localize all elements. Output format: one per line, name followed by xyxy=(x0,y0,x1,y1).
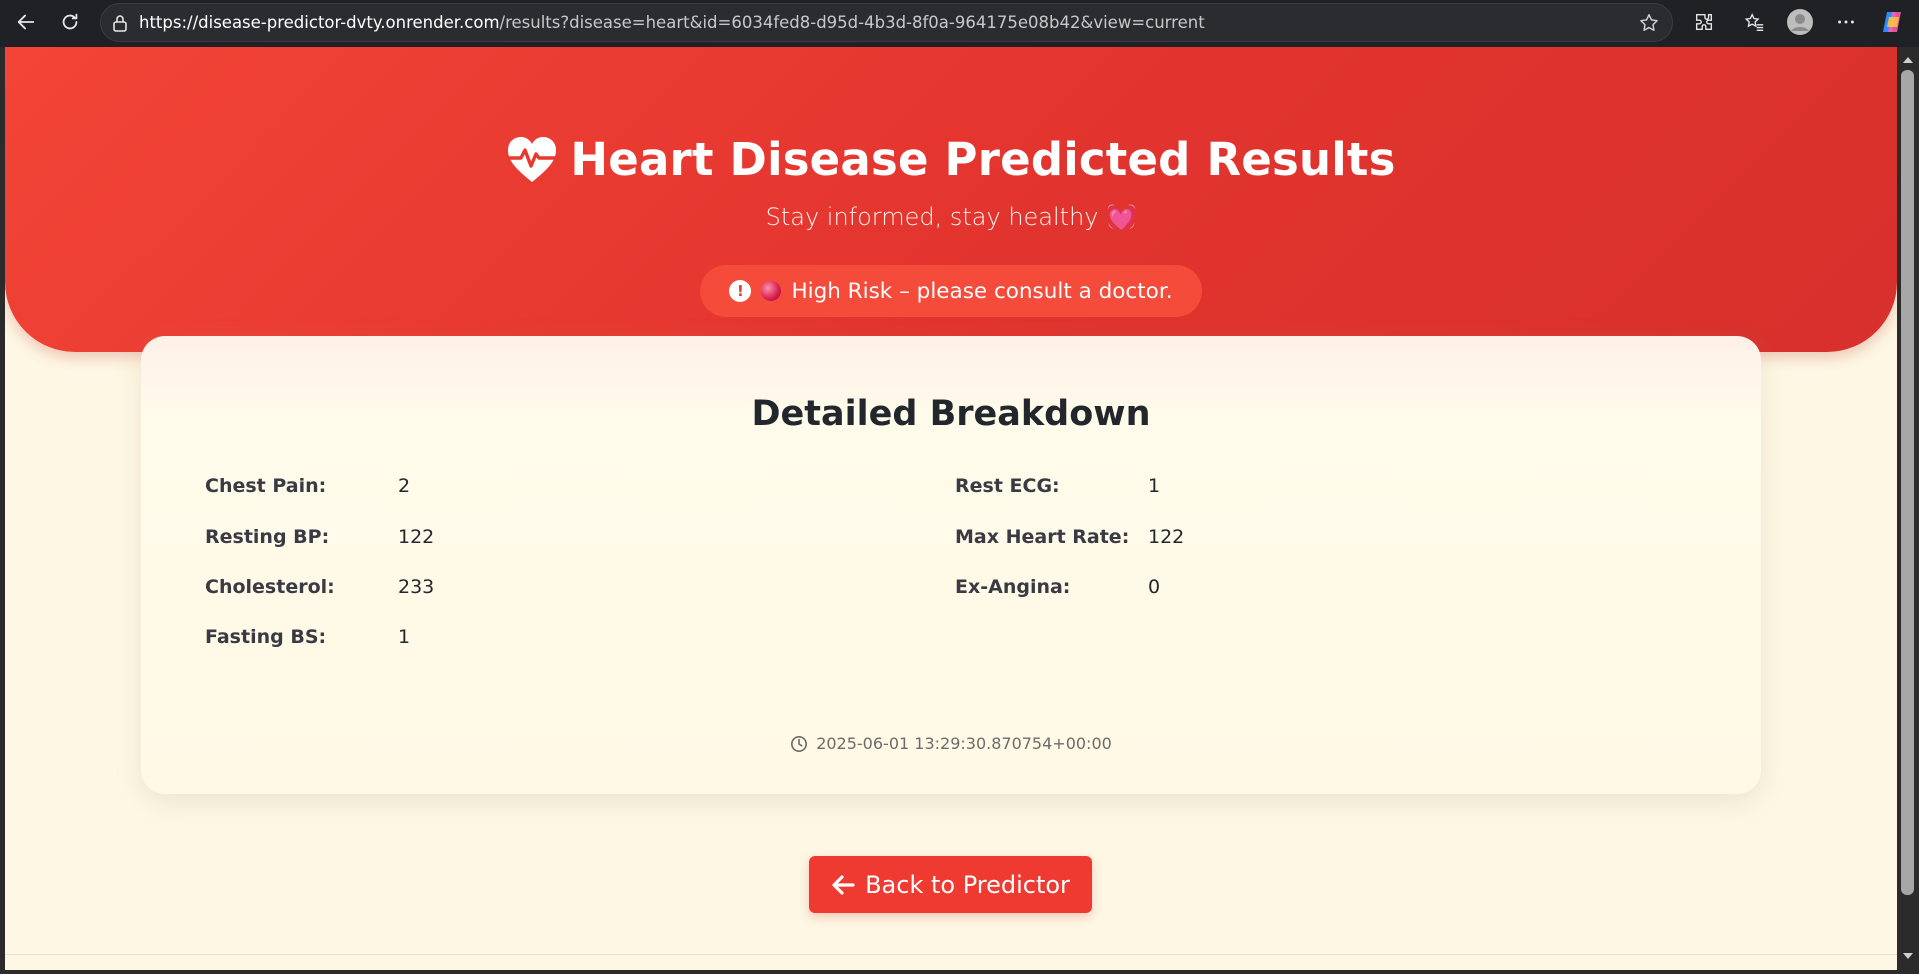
field-label: Max Heart Rate: xyxy=(955,526,1130,548)
breakdown-row: Chest Pain: 2 xyxy=(205,473,410,499)
page-subtitle: Stay informed, stay healthy 💓 xyxy=(5,203,1897,231)
back-arrow-icon[interactable] xyxy=(6,2,46,42)
breakdown-row: Ex-Angina: 0 xyxy=(955,574,1160,600)
divider xyxy=(5,954,1897,955)
field-label: Ex-Angina: xyxy=(955,576,1071,598)
breakdown-row: Rest ECG: 1 xyxy=(955,473,1160,499)
timestamp-text: 2025-06-01 13:29:30.870754+00:00 xyxy=(816,734,1112,753)
alert-icon: ! xyxy=(729,280,752,302)
page-title: Heart Disease Predicted Results xyxy=(5,133,1897,186)
scroll-down-icon[interactable] xyxy=(1902,950,1914,962)
field-value: 2 xyxy=(398,475,411,497)
field-value: 1 xyxy=(398,626,411,648)
browser-toolbar: https://disease-predictor-dvty.onrender.… xyxy=(0,0,1919,47)
risk-text: High Risk – please consult a doctor. xyxy=(791,278,1173,304)
profile-icon[interactable] xyxy=(1780,2,1820,42)
scroll-up-icon[interactable] xyxy=(1902,54,1914,66)
breakdown-row: Resting BP: 122 xyxy=(205,524,434,550)
timestamp: 2025-06-01 13:29:30.870754+00:00 xyxy=(141,734,1761,753)
field-label: Rest ECG: xyxy=(955,475,1060,497)
window-bottom-edge xyxy=(0,970,1919,974)
field-label: Fasting BS: xyxy=(205,626,327,648)
red-circle-icon xyxy=(761,281,782,301)
scrollbar-thumb[interactable] xyxy=(1901,70,1914,895)
page-viewport: Heart Disease Predicted Results Stay inf… xyxy=(5,47,1897,970)
lock-icon[interactable] xyxy=(101,14,139,32)
clock-icon xyxy=(791,735,808,752)
hero-banner: Heart Disease Predicted Results Stay inf… xyxy=(5,47,1897,352)
breakdown-row: Fasting BS: 1 xyxy=(205,624,410,650)
page-title-text: Heart Disease Predicted Results xyxy=(570,133,1396,186)
field-value: 233 xyxy=(398,576,435,598)
field-value: 122 xyxy=(398,526,435,548)
copilot-icon[interactable] xyxy=(1872,2,1912,42)
breakdown-row: Max Heart Rate: 122 xyxy=(955,524,1184,550)
url-path: /results?disease=heart&id=6034fed8-d95d-… xyxy=(499,13,1205,32)
subtitle-text: Stay informed, stay healthy xyxy=(765,203,1099,231)
risk-status-badge: ! High Risk – please consult a doctor. xyxy=(700,265,1202,317)
field-value: 122 xyxy=(1148,526,1185,548)
address-bar[interactable]: https://disease-predictor-dvty.onrender.… xyxy=(100,3,1673,42)
breakdown-title: Detailed Breakdown xyxy=(751,394,1151,434)
url-host: https://disease-predictor-dvty.onrender.… xyxy=(139,13,500,32)
heart-emoji-icon: 💓 xyxy=(1106,203,1137,231)
breakdown-card: Detailed Breakdown Chest Pain: 2 Resting… xyxy=(141,336,1761,794)
star-icon[interactable] xyxy=(1638,12,1660,38)
favorites-icon[interactable] xyxy=(1734,2,1774,42)
field-label: Cholesterol: xyxy=(205,576,335,598)
back-button-label: Back to Predictor xyxy=(865,870,1070,899)
field-label: Chest Pain: xyxy=(205,475,327,497)
reload-icon[interactable] xyxy=(50,2,90,42)
breakdown-row: Cholesterol: 233 xyxy=(205,574,434,600)
back-to-predictor-button[interactable]: Back to Predictor xyxy=(809,856,1092,913)
arrow-left-icon xyxy=(832,874,855,895)
field-label: Resting BP: xyxy=(205,526,330,548)
heartbeat-icon xyxy=(507,136,558,182)
field-value: 1 xyxy=(1148,475,1161,497)
extensions-icon[interactable] xyxy=(1684,2,1724,42)
url-text: https://disease-predictor-dvty.onrender.… xyxy=(139,13,1205,32)
field-value: 0 xyxy=(1148,576,1161,598)
more-icon[interactable] xyxy=(1826,2,1866,42)
